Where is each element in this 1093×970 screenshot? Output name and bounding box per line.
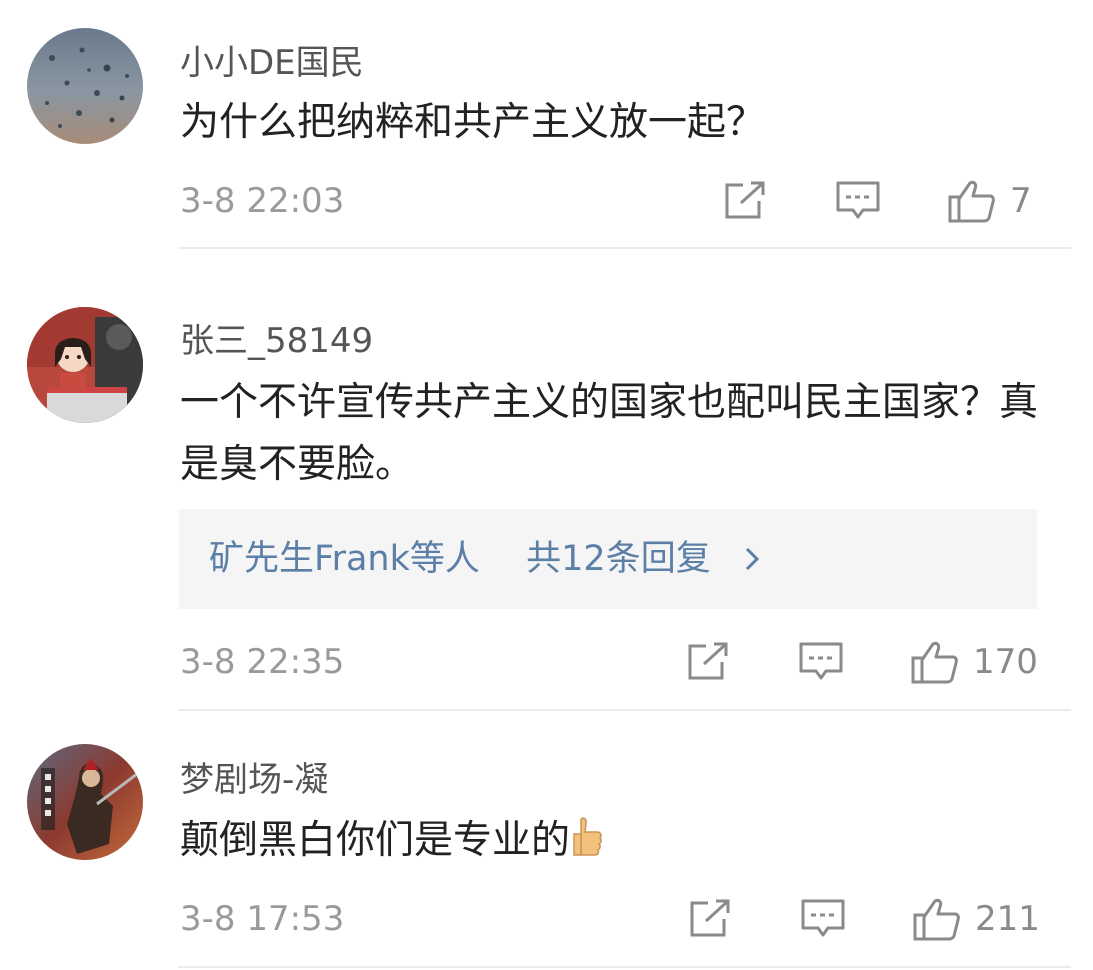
timestamp: 3-8 22:35 (180, 642, 345, 682)
rain-drops-avatar-image (27, 28, 143, 144)
share-icon (725, 181, 765, 219)
share-icon (690, 899, 730, 937)
comment-text: 一个不许宣传共产主义的国家也配叫民主国家？真是臭不要脸。 (180, 380, 1039, 487)
avatar[interactable] (27, 28, 143, 144)
comment-text-content: 颠倒黑白你们是专业的 (180, 818, 571, 863)
share-button[interactable] (723, 176, 767, 226)
comment-text: 颠倒黑白你们是专业的 (180, 810, 1050, 878)
thumbs-up-emoji (572, 815, 604, 878)
like-icon (911, 641, 958, 684)
share-icon (688, 642, 728, 680)
reply-button[interactable] (836, 176, 880, 226)
reply-icon (799, 642, 843, 680)
comment-meta: 3-8 17:53 211 (0, 894, 1093, 944)
timestamp: 3-8 17:53 (180, 899, 345, 939)
like-button[interactable]: 7 (948, 176, 1032, 226)
warrior-avatar-image (27, 744, 143, 860)
timestamp: 3-8 22:03 (180, 181, 345, 221)
like-count: 170 (973, 642, 1038, 682)
reply-icon (836, 181, 880, 219)
reply-icon (801, 899, 845, 937)
like-button[interactable]: 170 (911, 637, 1038, 687)
divider (178, 966, 1071, 968)
avatar[interactable] (27, 307, 143, 423)
reply-button[interactable] (799, 637, 843, 687)
like-button[interactable]: 211 (913, 894, 1040, 944)
share-button[interactable] (686, 637, 730, 687)
cartoon-girl-avatar-image (27, 307, 143, 423)
avatar[interactable] (27, 744, 143, 860)
comment-meta: 3-8 22:35 170 (0, 637, 1093, 687)
comment-text: 为什么把纳粹和共产主义放一起？ (180, 100, 766, 145)
share-button[interactable] (688, 894, 732, 944)
like-count: 7 (1010, 181, 1032, 221)
chevron-right-icon (744, 511, 760, 611)
divider (178, 709, 1071, 711)
like-icon (948, 180, 995, 223)
view-replies-button[interactable]: 矿先生Frank等人 共12条回复 (179, 509, 1037, 609)
reply-authors: 矿先生Frank等人 (209, 539, 480, 579)
username[interactable]: 小小DE国民 (180, 35, 364, 84)
comment-meta: 3-8 22:03 7 (0, 176, 1093, 226)
reply-count: 共12条回复 (526, 539, 711, 579)
username[interactable]: 张三_58149 (180, 313, 373, 362)
username[interactable]: 梦剧场-凝 (180, 752, 328, 801)
divider (178, 247, 1071, 249)
reply-button[interactable] (801, 894, 845, 944)
like-count: 211 (975, 899, 1040, 939)
like-icon (913, 898, 960, 941)
